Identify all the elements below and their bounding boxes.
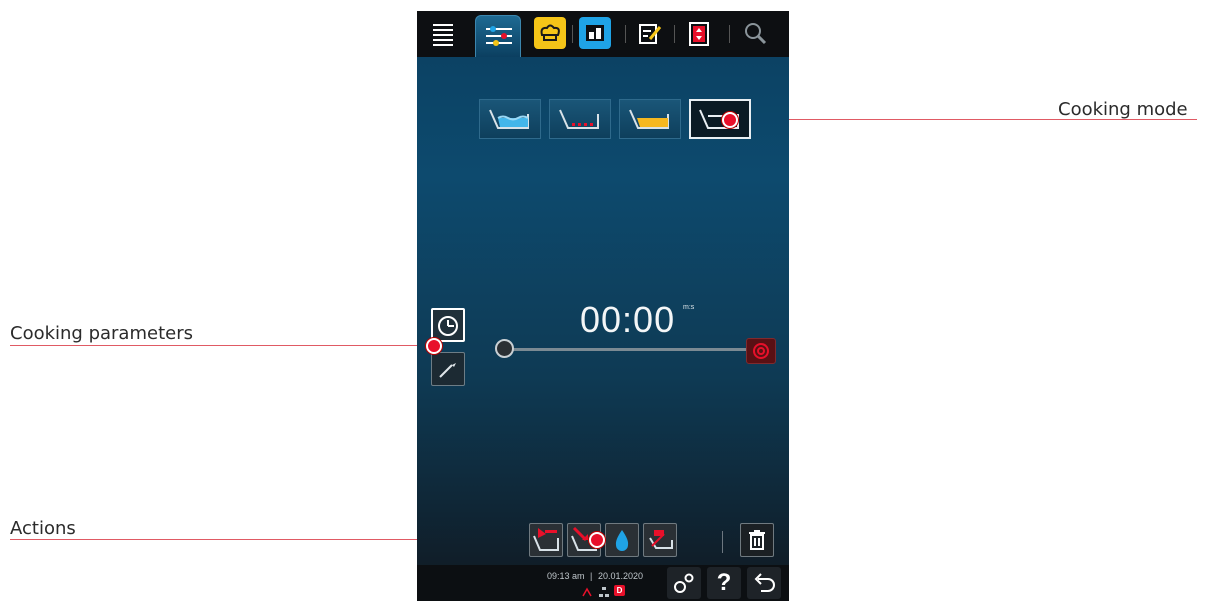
trash-icon[interactable] (740, 523, 774, 557)
status-separator: | (590, 571, 593, 581)
settings-sliders-icon[interactable] (475, 15, 521, 57)
cooking-time-display: 00:00 (580, 299, 676, 340)
time-unit-label: m:s (683, 304, 695, 311)
basin-fry-icon[interactable] (619, 99, 681, 139)
basin-fill-icon[interactable] (529, 523, 563, 557)
status-time: 09:13 am (547, 571, 585, 581)
continuous-operation-icon[interactable] (746, 338, 776, 364)
connection-icon (598, 585, 610, 601)
tab-separator (625, 25, 626, 43)
basin-empty-icon[interactable] (689, 99, 751, 139)
status-bar: 09:13 am | 20.01.2020 D ? (417, 565, 789, 601)
clock-icon[interactable] (431, 308, 465, 342)
callout-cooking-parameters-dot (426, 338, 442, 354)
status-date: 20.01.2020 (598, 571, 644, 581)
top-navigation-bar (417, 11, 789, 57)
help-icon[interactable]: ? (707, 567, 741, 599)
network-icon (581, 585, 593, 601)
basin-water-icon[interactable] (479, 99, 541, 139)
action-separator (722, 531, 723, 553)
time-slider-track[interactable] (507, 348, 754, 351)
status-badge: D (614, 585, 625, 596)
menu-list-icon[interactable] (427, 17, 459, 49)
device-screen: 00:00 m:s 09:13 am | 20.01.2020 D ? (417, 11, 789, 601)
tab-separator (674, 25, 675, 43)
callout-cooking-mode-label: Cooking mode (1058, 99, 1188, 120)
callout-cooking-parameters-line (10, 345, 434, 346)
lift-basket-icon[interactable] (643, 523, 677, 557)
vertical-expand-icon[interactable] (683, 17, 715, 49)
callout-cooking-mode-line (730, 119, 1197, 120)
back-arrow-icon[interactable] (747, 567, 781, 599)
time-slider-knob[interactable] (495, 339, 514, 358)
callout-cooking-mode-dot (722, 112, 738, 128)
chef-hat-icon[interactable] (534, 17, 566, 49)
callout-actions-label: Actions (10, 518, 76, 539)
gears-icon[interactable] (667, 567, 701, 599)
program-cabinet-icon[interactable] (579, 17, 611, 49)
search-icon[interactable] (739, 17, 771, 49)
tab-separator (729, 25, 730, 43)
callout-actions-dot (589, 532, 605, 548)
water-drop-icon[interactable] (605, 523, 639, 557)
core-probe-icon[interactable] (431, 352, 465, 386)
tab-separator (572, 25, 573, 43)
callout-cooking-parameters-label: Cooking parameters (10, 323, 193, 344)
edit-note-icon[interactable] (633, 17, 665, 49)
basin-heating-icon[interactable] (549, 99, 611, 139)
